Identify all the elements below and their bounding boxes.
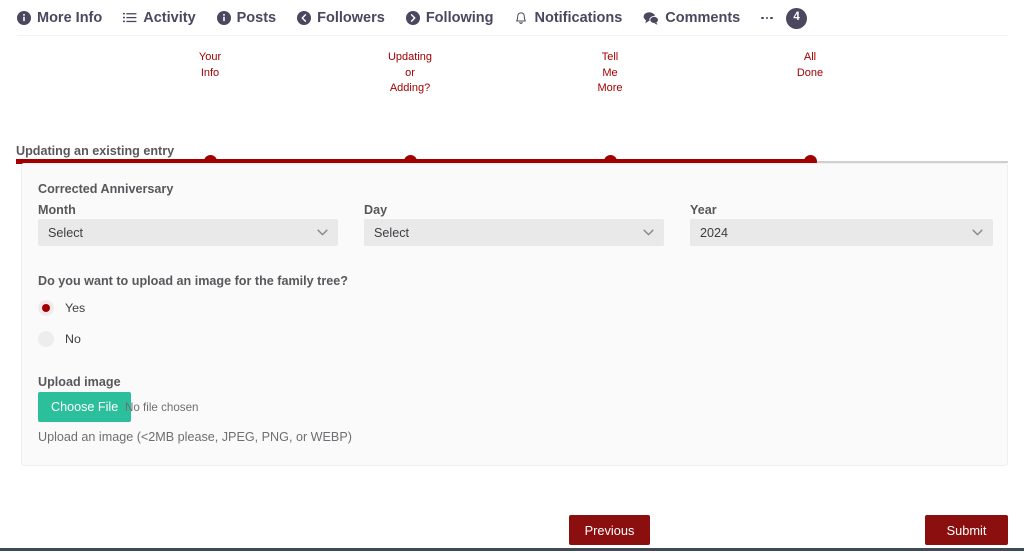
progress-stepper: Your Info Updating or Adding? Tell Me Mo… (0, 50, 1024, 168)
day-select[interactable]: Select (364, 219, 664, 246)
comments-icon (643, 11, 660, 25)
radio-yes-input[interactable] (38, 300, 54, 316)
file-status-text: No file chosen (125, 401, 199, 414)
info-circle-icon (216, 11, 231, 25)
day-label: Day (364, 203, 388, 217)
nav-item-label: Activity (143, 9, 196, 26)
radio-no-label: No (65, 332, 81, 346)
nav-overflow-badge[interactable]: 4 (786, 7, 808, 29)
bell-icon (514, 11, 528, 25)
chevron-down-icon (317, 229, 328, 236)
list-icon (123, 11, 137, 25)
nav-item-notifications[interactable]: Notifications (514, 11, 622, 26)
nav-bottom-divider (17, 35, 1008, 36)
nav-item-label: Followers (317, 9, 385, 26)
nav-item-activity[interactable]: Activity (123, 9, 196, 26)
radio-option-yes[interactable]: Yes (38, 300, 85, 316)
nav-item-label: Following (425, 9, 494, 26)
radio-option-no[interactable]: No (38, 331, 81, 347)
year-label: Year (690, 203, 717, 217)
month-select-value: Select (48, 225, 84, 240)
chevron-right-circle-icon (405, 11, 420, 25)
info-circle-icon (17, 11, 31, 25)
previous-button[interactable]: Previous (569, 515, 650, 545)
day-select-value: Select (374, 225, 410, 240)
upload-hint-text: Upload an image (<2MB please, JPEG, PNG,… (38, 430, 352, 444)
chevron-down-icon (972, 229, 983, 236)
year-select[interactable]: 2024 (690, 219, 993, 246)
page-title: Updating an existing entry (16, 144, 175, 158)
page-root: More Info Activity Posts Followers Follo… (0, 0, 1024, 553)
choose-file-button[interactable]: Choose File (38, 392, 132, 422)
anniversary-heading: Corrected Anniversary (38, 182, 174, 196)
step-label-tell-me-more: Tell Me More (597, 51, 623, 94)
radio-no-input[interactable] (38, 331, 54, 347)
year-select-value: 2024 (700, 225, 729, 240)
nav-overflow-group[interactable]: 4 (761, 7, 808, 29)
nav-item-following[interactable]: Following (405, 9, 494, 26)
ellipsis-icon[interactable] (761, 16, 774, 20)
nav-item-more-info[interactable]: More Info (17, 11, 102, 26)
upload-image-label: Upload image (38, 375, 121, 389)
profile-nav-bar: More Info Activity Posts Followers Follo… (0, 0, 1024, 36)
nav-item-label: More Info (37, 9, 103, 26)
chevron-left-circle-icon (297, 11, 312, 25)
chevron-down-icon (643, 229, 654, 236)
month-select[interactable]: Select (38, 219, 338, 246)
step-label-all-done: All Done (796, 51, 824, 79)
nav-item-label: Posts (236, 9, 277, 26)
month-label: Month (38, 203, 76, 217)
nav-item-label: Comments (665, 9, 741, 26)
step-label-updating-or-adding: Updating or Adding? (387, 51, 433, 94)
nav-item-label: Notifications (534, 9, 623, 26)
step-label-your-info: Your Info (198, 51, 222, 79)
nav-item-comments[interactable]: Comments (643, 11, 740, 26)
nav-item-followers[interactable]: Followers (297, 11, 385, 26)
form-panel: Corrected Anniversary Month Select Day S… (21, 163, 1008, 466)
submit-button[interactable]: Submit (925, 515, 1008, 545)
upload-question-label: Do you want to upload an image for the f… (38, 274, 348, 288)
radio-yes-label: Yes (65, 301, 86, 315)
nav-item-posts[interactable]: Posts (216, 9, 277, 26)
